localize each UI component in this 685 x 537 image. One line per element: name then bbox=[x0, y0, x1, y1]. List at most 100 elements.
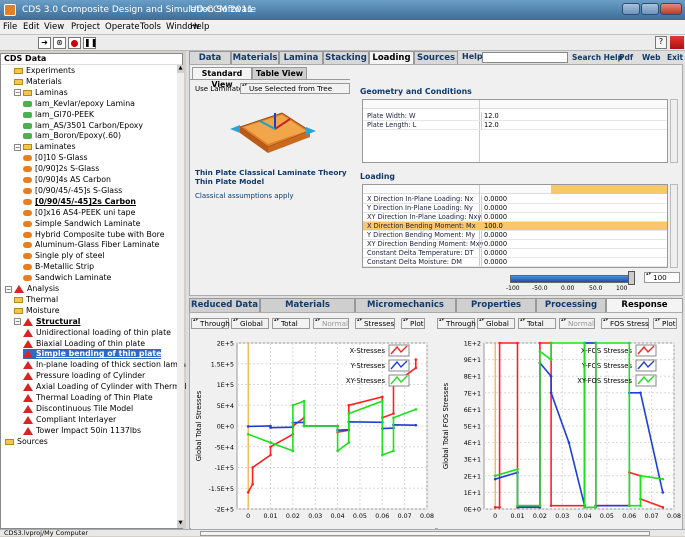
pdf-link[interactable]: Pdf bbox=[619, 53, 633, 62]
total-select[interactable]: Total bbox=[272, 318, 310, 329]
tree-item[interactable]: lam_Boron/Epoxy(.60) bbox=[23, 131, 121, 141]
tab-stacking[interactable]: Stacking bbox=[323, 51, 369, 64]
geometry-scrollbar[interactable] bbox=[670, 99, 678, 163]
tree-item[interactable]: Sandwich Laminate bbox=[23, 273, 111, 283]
tree-item[interactable]: Single ply of steel bbox=[23, 251, 105, 261]
tree-item[interactable]: Experiments bbox=[14, 66, 75, 76]
tree-item[interactable]: Aluminum-Glass Fiber Laminate bbox=[23, 240, 159, 250]
expand-toggle-icon[interactable]: − bbox=[14, 318, 21, 326]
tree-item[interactable]: lam_Kevlar/epoxy Lamina bbox=[23, 99, 135, 109]
menu-project[interactable]: Project bbox=[71, 22, 100, 32]
horizontal-scrollbar[interactable] bbox=[200, 531, 650, 536]
tree-item[interactable]: In-plane loading of thick section lamina… bbox=[23, 360, 198, 370]
web-link[interactable]: Web bbox=[642, 53, 660, 62]
through-select[interactable]: Through bbox=[191, 318, 230, 329]
tree-item[interactable]: Thermal Loading of Thin Plate bbox=[23, 393, 153, 403]
tree-item[interactable]: [0]10 S-Glass bbox=[23, 153, 88, 163]
total-select-right[interactable]: Total bbox=[518, 318, 556, 329]
stresses-select[interactable]: Stresses bbox=[355, 318, 395, 329]
geometry-row[interactable]: Plate Width: W 12.0 bbox=[363, 112, 667, 121]
tree-item[interactable]: − Laminas bbox=[14, 88, 68, 98]
expand-toggle-icon[interactable]: − bbox=[14, 143, 21, 151]
tab-materials-summary[interactable]: Materials Summary bbox=[260, 298, 355, 323]
minimize-button[interactable] bbox=[622, 3, 640, 15]
arrow-icon[interactable]: ➜ bbox=[38, 37, 51, 49]
tree-scrollbar[interactable]: ▲ ▼ bbox=[177, 65, 184, 528]
tree-item[interactable]: Axial Loading of Cylinder with Thermal L… bbox=[23, 382, 203, 392]
tab-processing[interactable]: Processing bbox=[536, 298, 606, 312]
help-icon[interactable]: ? bbox=[655, 36, 667, 49]
exit-link[interactable]: Exit bbox=[667, 53, 683, 62]
expand-toggle-icon[interactable]: − bbox=[14, 89, 21, 97]
plot-select[interactable]: Plot bbox=[401, 318, 425, 329]
loading-row[interactable]: XY Direction Bending Moment: Mxy 0.0000 bbox=[363, 240, 667, 249]
tree-item[interactable]: Materials bbox=[14, 77, 62, 87]
tree-item[interactable]: Simple Sandwich Laminate bbox=[23, 219, 140, 229]
tree-item[interactable]: [0/90]4s AS Carbon bbox=[23, 175, 111, 185]
loading-row-value[interactable]: 0.0000 bbox=[481, 231, 551, 239]
fos-stress-select[interactable]: FOS Stress bbox=[601, 318, 649, 329]
loading-row-value[interactable]: 100.0 bbox=[481, 222, 551, 230]
load-slider[interactable] bbox=[510, 275, 630, 283]
loading-scrollbar[interactable] bbox=[670, 184, 678, 268]
global-select[interactable]: Global bbox=[231, 318, 269, 329]
tree-item[interactable]: [0]x16 AS4-PEEK uni tape bbox=[23, 208, 135, 218]
loading-row[interactable]: Y Direction Bending Moment: My 0.0000 bbox=[363, 231, 667, 240]
use-laminate-select[interactable]: Use Selected from Tree bbox=[240, 83, 350, 94]
tree-item[interactable]: Tower Impact 50in 1137lbs bbox=[23, 426, 141, 436]
menu-view[interactable]: View bbox=[44, 22, 64, 32]
loading-row-value[interactable]: 0.0000 bbox=[481, 249, 551, 257]
tree-item[interactable]: [0/90]2s S-Glass bbox=[23, 164, 99, 174]
tree-item[interactable]: [0/90/45/-45]s S-Glass bbox=[23, 186, 122, 196]
loading-row-value[interactable]: 0.0000 bbox=[481, 204, 551, 212]
scroll-up-arrow-icon[interactable]: ▲ bbox=[177, 65, 184, 73]
tree-item[interactable]: Thermal bbox=[14, 295, 58, 305]
tree-item[interactable]: − Analysis bbox=[5, 284, 59, 294]
tree-item[interactable]: Unidirectional loading of thin plate bbox=[23, 328, 171, 338]
tree-item[interactable]: lam_Gl70-PEEK bbox=[23, 110, 94, 120]
loading-row-value[interactable]: 0.0000 bbox=[481, 240, 551, 248]
tree-item[interactable]: Hybrid Composite tube with Bore bbox=[23, 230, 165, 240]
tree-item[interactable]: − Structural bbox=[14, 317, 80, 327]
menu-file[interactable]: File bbox=[3, 22, 17, 32]
fos-stress-chart[interactable]: 1E+2 9E+1 8E+1 7E+1 6E+1 5E+1 4E+1 3E+1 2E+1 1E+1… bbox=[438, 333, 682, 529]
scroll-down-arrow-icon[interactable]: ▼ bbox=[177, 520, 184, 528]
normal-select-right[interactable]: Normal bbox=[559, 318, 595, 329]
loading-row[interactable]: XY Direction In-Plane Loading: Nxy 0.0000 bbox=[363, 213, 667, 222]
tab-sources[interactable]: Sources bbox=[414, 51, 458, 64]
tab-micromechanics[interactable]: Micromechanics bbox=[355, 298, 456, 312]
loading-row-value[interactable]: 0.0000 bbox=[481, 195, 551, 203]
normal-select[interactable]: Normal bbox=[313, 318, 349, 329]
tree-item[interactable]: Moisture bbox=[14, 306, 60, 316]
tab-loading[interactable]: Loading bbox=[369, 51, 414, 64]
tree-item[interactable]: Sources bbox=[5, 437, 48, 447]
loading-row-value[interactable]: 0.0000 bbox=[481, 258, 551, 266]
close-button[interactable] bbox=[660, 3, 682, 15]
menu-operate[interactable]: Operate bbox=[105, 22, 140, 32]
tree-item[interactable]: Biaxial Loading of thin plate bbox=[23, 339, 145, 349]
pointer-icon[interactable]: ⊛ bbox=[53, 37, 66, 49]
tab-data[interactable]: Data bbox=[189, 51, 231, 64]
stress-chart[interactable]: 2E+5 1.5E+5 1E+5 5E+4 0E+0 -5E+4 -1E+5 -1.5E+5 -… bbox=[191, 333, 435, 529]
tree-item[interactable]: Discontinuous Tile Model bbox=[23, 404, 133, 414]
help-label[interactable]: Help bbox=[462, 52, 483, 61]
tab-table-view[interactable]: Table View bbox=[252, 67, 307, 79]
global-select-right[interactable]: Global bbox=[477, 318, 515, 329]
stop-icon[interactable] bbox=[68, 37, 81, 49]
help-search-input[interactable] bbox=[482, 52, 568, 63]
slider-value-input[interactable]: 100 bbox=[644, 272, 680, 283]
tree-item[interactable]: lam_AS/3501 Carbon/Epoxy bbox=[23, 121, 143, 131]
plot-select-right[interactable]: Plot bbox=[653, 318, 677, 329]
through-select-right[interactable]: Through bbox=[437, 318, 476, 329]
menu-edit[interactable]: Edit bbox=[23, 22, 39, 32]
tree-item[interactable]: [0/90/45/-45]2s Carbon bbox=[23, 197, 136, 207]
loading-row-value[interactable]: 0.0000 bbox=[481, 213, 551, 221]
tab-lamina[interactable]: Lamina bbox=[279, 51, 323, 64]
tree-item[interactable]: Compliant Interlayer bbox=[23, 415, 116, 425]
loading-row[interactable]: Y Direction In-Plane Loading: Ny 0.0000 bbox=[363, 204, 667, 213]
tree-item[interactable]: B-Metallic Strip bbox=[23, 262, 94, 272]
search-help-link[interactable]: Search Help bbox=[572, 53, 623, 62]
loading-row[interactable]: X Direction Bending Moment: Mx 100.0 bbox=[363, 222, 667, 231]
slider-thumb[interactable] bbox=[628, 271, 635, 285]
tree-item[interactable]: Pressure loading of Cylinder bbox=[23, 371, 145, 381]
